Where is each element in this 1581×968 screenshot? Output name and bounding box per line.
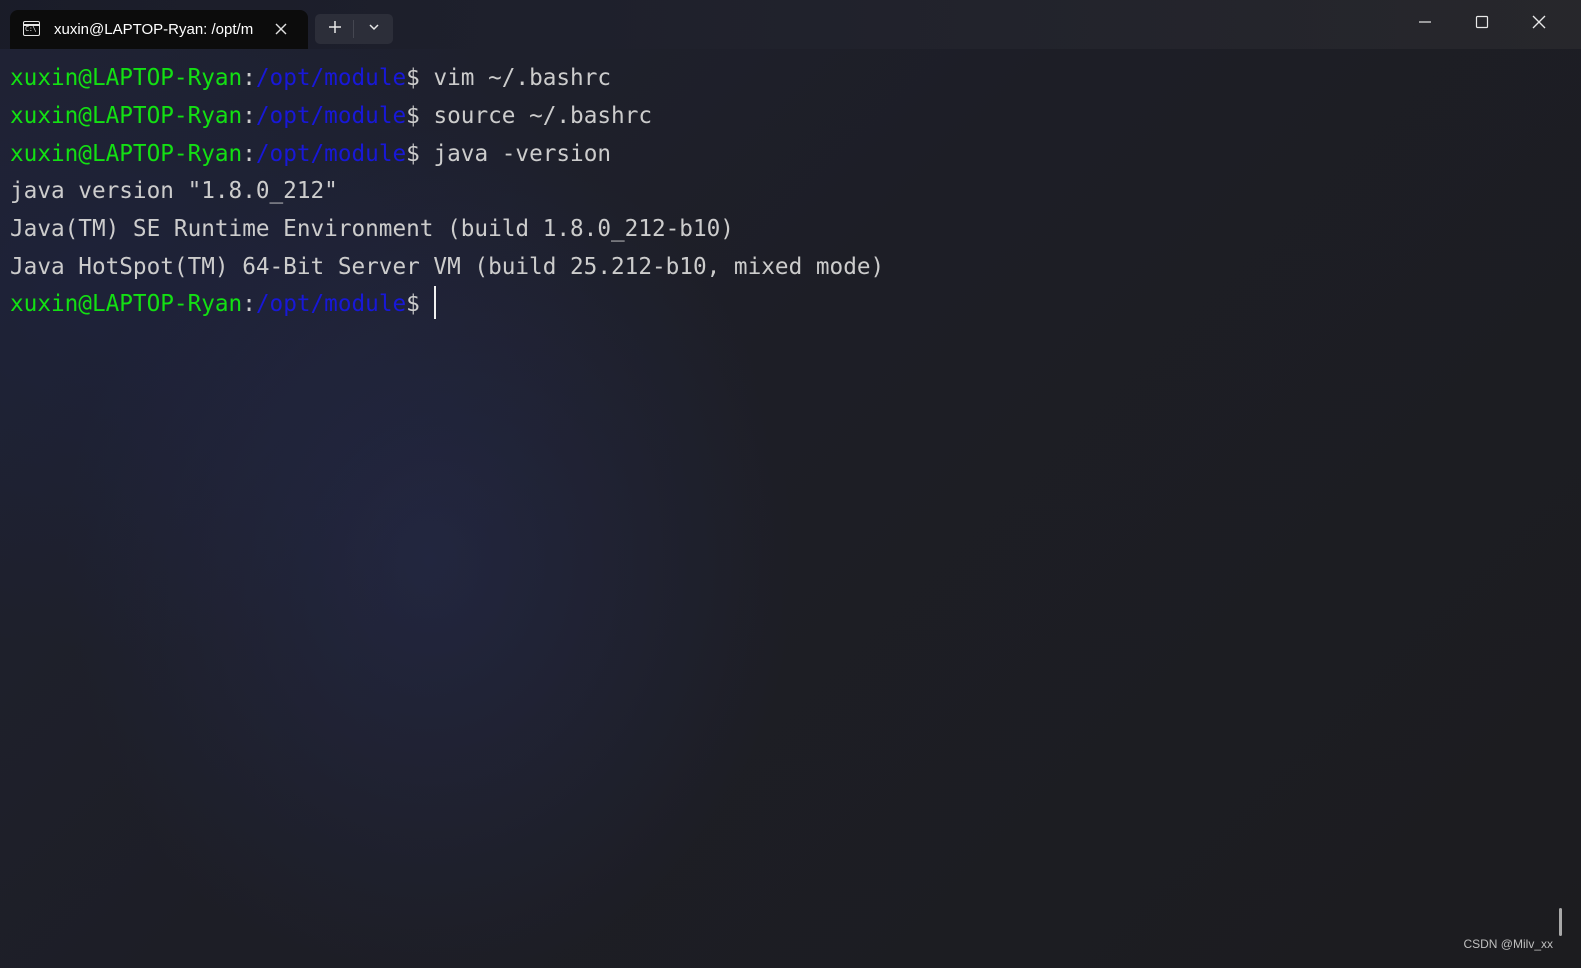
- prompt-user-host: xuxin@LAPTOP-Ryan: [10, 65, 243, 91]
- minimize-button[interactable]: [1396, 0, 1453, 49]
- command-line: xuxin@LAPTOP-Ryan:/opt/module$ vim ~/.ba…: [10, 59, 611, 97]
- chevron-down-icon: [367, 20, 381, 39]
- output-line: Java HotSpot(TM) 64-Bit Server VM (build…: [10, 254, 885, 280]
- prompt-colon: :: [242, 141, 256, 167]
- output-line: Java(TM) SE Runtime Environment (build 1…: [10, 216, 734, 242]
- close-window-button[interactable]: [1510, 0, 1567, 49]
- command-line: xuxin@LAPTOP-Ryan:/opt/module$ source ~/…: [10, 97, 652, 135]
- command-input[interactable]: [420, 291, 434, 317]
- command-line: xuxin@LAPTOP-Ryan:/opt/module$ java -ver…: [10, 135, 611, 173]
- prompt-user-host: xuxin@LAPTOP-Ryan: [10, 141, 243, 167]
- title-bar[interactable]: C:\ xuxin@LAPTOP-Ryan: /opt/m: [0, 0, 1581, 49]
- prompt-symbol: $: [406, 141, 420, 167]
- watermark: CSDN @Milv_xx: [1463, 937, 1553, 951]
- prompt-colon: :: [242, 103, 256, 129]
- prompt-path: /opt/module: [255, 291, 407, 317]
- prompt-user-host: xuxin@LAPTOP-Ryan: [10, 103, 243, 129]
- tab-dropdown-button[interactable]: [354, 14, 393, 44]
- terminal-output[interactable]: xuxin@LAPTOP-Ryan:/opt/module$ vim ~/.ba…: [0, 49, 1581, 968]
- prompt-symbol: $: [406, 65, 420, 91]
- tab-controls: [315, 14, 393, 44]
- tab-close-icon[interactable]: [272, 20, 290, 38]
- prompt-colon: :: [242, 65, 256, 91]
- plus-icon: [327, 19, 343, 40]
- terminal-icon: C:\: [23, 21, 40, 36]
- new-tab-button[interactable]: [315, 14, 354, 44]
- tab-terminal[interactable]: C:\ xuxin@LAPTOP-Ryan: /opt/m: [10, 10, 308, 49]
- command-text: source ~/.bashrc: [419, 103, 653, 129]
- text-cursor: [434, 286, 437, 319]
- terminal-window: C:\ xuxin@LAPTOP-Ryan: /opt/m xuxin@LAPT…: [0, 0, 1581, 968]
- maximize-button[interactable]: [1453, 0, 1510, 49]
- output-line: java version "1.8.0_212": [10, 178, 338, 204]
- prompt-symbol: $: [406, 103, 420, 129]
- command-text: vim ~/.bashrc: [419, 65, 612, 91]
- tab-title: xuxin@LAPTOP-Ryan: /opt/m: [54, 21, 254, 38]
- prompt-user-host: xuxin@LAPTOP-Ryan: [10, 291, 243, 317]
- prompt-symbol: $: [406, 291, 420, 317]
- close-icon: [1531, 14, 1547, 35]
- command-text: java -version: [419, 141, 612, 167]
- maximize-icon: [1474, 14, 1490, 35]
- scrollbar-thumb[interactable]: [1559, 908, 1562, 936]
- prompt-colon: :: [242, 291, 256, 317]
- active-prompt-line[interactable]: xuxin@LAPTOP-Ryan:/opt/module$: [10, 285, 437, 323]
- prompt-path: /opt/module: [255, 141, 407, 167]
- prompt-path: /opt/module: [255, 65, 407, 91]
- minimize-icon: [1417, 14, 1433, 35]
- prompt-path: /opt/module: [255, 103, 407, 129]
